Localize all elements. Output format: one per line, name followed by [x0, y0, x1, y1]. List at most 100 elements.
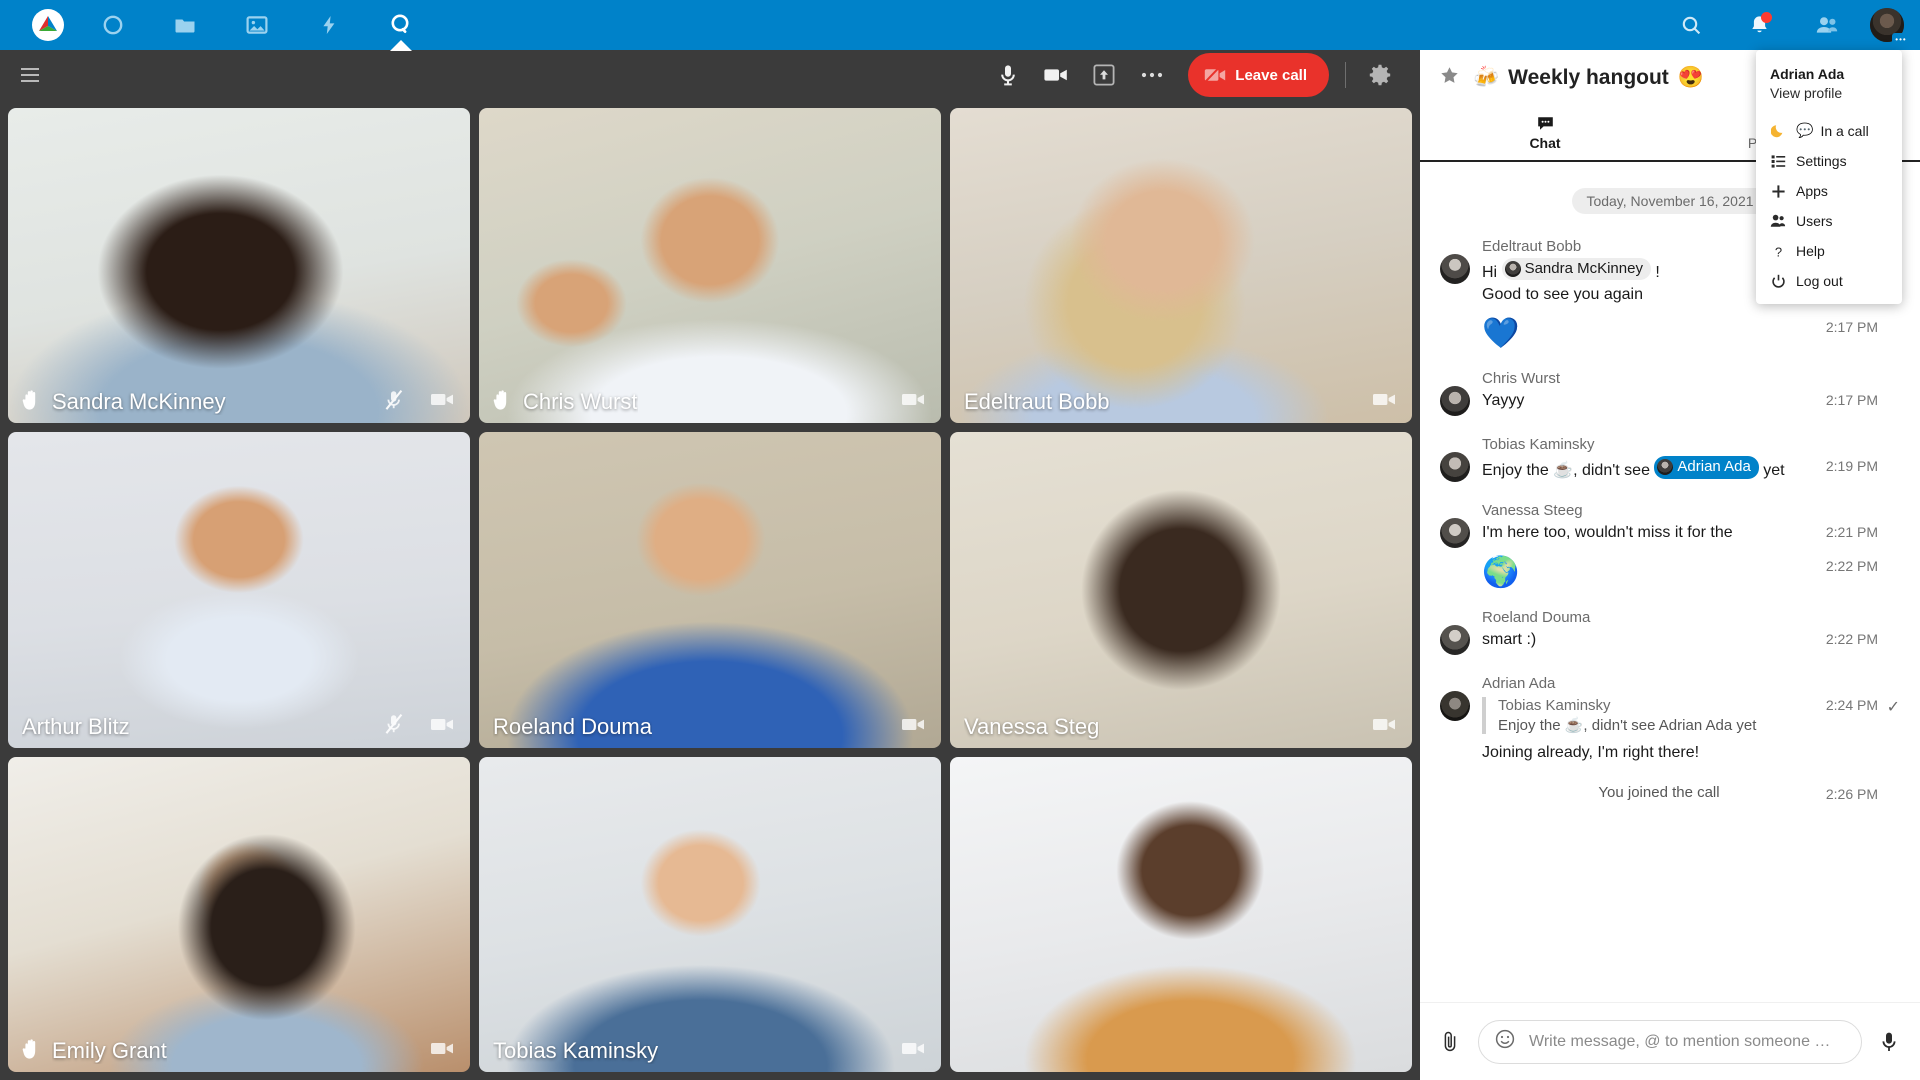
quoted-message-text: Enjoy the ☕, didn't see Adrian Ada yet [1498, 716, 1757, 734]
camera-icon[interactable] [1034, 53, 1078, 97]
chat-message[interactable]: Tobias Kaminsky Enjoy the ☕, didn't see A… [1440, 436, 1900, 483]
gear-icon[interactable] [1358, 53, 1402, 97]
attachment-clip-icon[interactable] [1438, 1030, 1464, 1054]
hamburger-line [21, 80, 39, 82]
user-menu-item-label: Users [1796, 213, 1833, 229]
chat-message-author: Vanessa Steeg [1482, 502, 1583, 520]
search-icon[interactable] [1666, 0, 1716, 50]
participant-name: Tobias Kaminsky [493, 1038, 659, 1063]
participant-tile[interactable]: Arthur Blitz [8, 432, 470, 748]
participant-status-icons [901, 1040, 927, 1062]
participant-name-bar: Tobias Kaminsky [479, 1030, 941, 1072]
notifications-bell-icon[interactable] [1734, 0, 1784, 50]
chat-message-line: 🌍 2:22 PM [1482, 556, 1900, 589]
dashboard-icon[interactable] [88, 0, 138, 50]
user-avatar-menu[interactable]: ••• [1870, 8, 1910, 49]
voice-message-microphone-icon[interactable] [1876, 1030, 1902, 1054]
participant-name-bar: Sandra McKinney [8, 381, 470, 423]
chat-message-text: I'm here too, wouldn't miss it for the [1482, 524, 1733, 542]
chat-message-author: Tobias Kaminsky [1482, 436, 1595, 454]
participant-tile[interactable]: Tobias Kaminsky [479, 756, 941, 1072]
more-actions-icon[interactable] [1130, 53, 1174, 97]
user-menu-item-label: Settings [1796, 153, 1847, 169]
chat-message[interactable]: Adrian Ada Tobias Kaminsky Enjoy the ☕, di… [1440, 675, 1900, 764]
tab-chat-label: Chat [1529, 134, 1561, 151]
chat-message-author: Chris Wurst [1482, 370, 1561, 388]
participant-tile[interactable]: Chris Wurst [479, 108, 941, 424]
mention-chip[interactable]: Adrian Ada [1654, 456, 1759, 479]
chat-message-line: smart :) 2:22 PM [1482, 629, 1900, 651]
mention-chip[interactable]: Sandra McKinney [1501, 258, 1651, 281]
participant-name: Emily Grant [52, 1038, 167, 1063]
user-menu-item-settings[interactable]: Settings [1756, 146, 1902, 176]
chat-message[interactable]: Chris Wurst Yayyy 2:17 PM [1440, 370, 1900, 417]
toggle-conversation-list-button[interactable] [8, 53, 52, 97]
participant-tile[interactable]: Roeland Douma [479, 432, 941, 748]
conversation-title: Weekly hangout [1508, 66, 1669, 89]
chat-message-time: 2:17 PM [1825, 392, 1878, 409]
camera-icon [901, 716, 927, 738]
nav-right-group: ••• [1666, 0, 1910, 50]
chat-message[interactable]: Vanessa Steeg I'm here too, wouldn't miss… [1440, 502, 1900, 589]
participant-tile[interactable]: Sandra McKinney [8, 108, 470, 424]
screenshare-icon[interactable] [1082, 53, 1126, 97]
chat-message-line: 💙 2:17 PM [1482, 317, 1900, 350]
activity-icon[interactable] [304, 0, 354, 50]
global-navigation-bar: ••• [0, 0, 1920, 51]
user-menu-item-users[interactable]: Users [1756, 206, 1902, 236]
talk-icon[interactable] [376, 0, 426, 51]
chat-bubble-icon [1537, 116, 1554, 132]
avatar [1440, 624, 1470, 655]
user-menu-item-logout[interactable]: Log out [1756, 266, 1902, 296]
read-receipt-check-icon: ✓ [1886, 698, 1900, 716]
system-message-spacer [1878, 784, 1900, 786]
conversation-emoji-beer: 🍻 [1473, 66, 1500, 89]
message-input[interactable] [1529, 1032, 1845, 1051]
plus-icon [1770, 184, 1786, 199]
participant-video-stream [950, 432, 1412, 748]
participant-tile[interactable]: Vanessa Steg [950, 432, 1412, 748]
leave-call-button[interactable]: Leave call [1188, 53, 1329, 97]
user-status: 💬 In a call [1796, 122, 1869, 139]
chat-message-body: Adrian Ada Tobias Kaminsky Enjoy the ☕, di… [1482, 675, 1900, 764]
user-menu-item-status[interactable]: 💬 In a call [1756, 115, 1902, 146]
view-profile-link[interactable]: View profile [1770, 85, 1888, 101]
raised-hand-icon [493, 390, 507, 410]
participant-status-icons [430, 1040, 456, 1062]
favorite-star-icon[interactable] [1440, 66, 1459, 90]
avatar [1440, 452, 1470, 483]
microphone-icon[interactable] [986, 53, 1030, 97]
participant-name-bar: Arthur Blitz [8, 706, 470, 748]
message-emoji: 🌍 [1482, 555, 1520, 589]
chat-message[interactable]: Roeland Douma smart :) 2:22 PM [1440, 609, 1900, 655]
hamburger-line [21, 74, 39, 76]
participant-name: Chris Wurst [523, 389, 638, 415]
chat-message-time: 2:22 PM [1825, 557, 1878, 574]
emoji-picker-icon[interactable] [1495, 1029, 1515, 1054]
quoted-message[interactable]: Tobias Kaminsky Enjoy the ☕, didn't see A… [1482, 696, 1816, 734]
participant-tile[interactable]: Edeltraut Bobb [950, 108, 1412, 424]
chat-message-status-spacer [1878, 317, 1900, 319]
photos-icon[interactable] [232, 0, 282, 50]
files-icon[interactable] [160, 0, 210, 50]
mention-label: Sandra McKinney [1524, 260, 1643, 277]
user-menu-item-help[interactable]: ? Help [1756, 236, 1902, 266]
nextcloud-logo-icon[interactable] [32, 9, 64, 41]
contacts-icon[interactable] [1802, 0, 1852, 50]
media-controls [986, 53, 1174, 97]
chat-text-prefix: Enjoy the ☕, didn't see [1482, 462, 1655, 480]
avatar [1440, 254, 1470, 284]
participant-tile[interactable] [950, 756, 1412, 1072]
participant-video-stream [8, 756, 470, 1072]
status-emoji: 💬 [1796, 122, 1814, 138]
camera-icon [1373, 718, 1395, 730]
participant-tile[interactable]: Emily Grant [8, 756, 470, 1072]
participant-name-bar: Edeltraut Bobb [950, 381, 1412, 423]
mention-label: Adrian Ada [1677, 458, 1751, 476]
chat-message-status-spacer [1878, 456, 1900, 458]
message-input-wrapper[interactable] [1478, 1019, 1862, 1064]
hamburger-line [21, 68, 39, 70]
user-menu-item-apps[interactable]: Apps [1756, 176, 1902, 206]
tab-chat[interactable]: Chat [1420, 106, 1670, 160]
conversation-emoji-heart-eyes: 😍 [1677, 66, 1704, 89]
